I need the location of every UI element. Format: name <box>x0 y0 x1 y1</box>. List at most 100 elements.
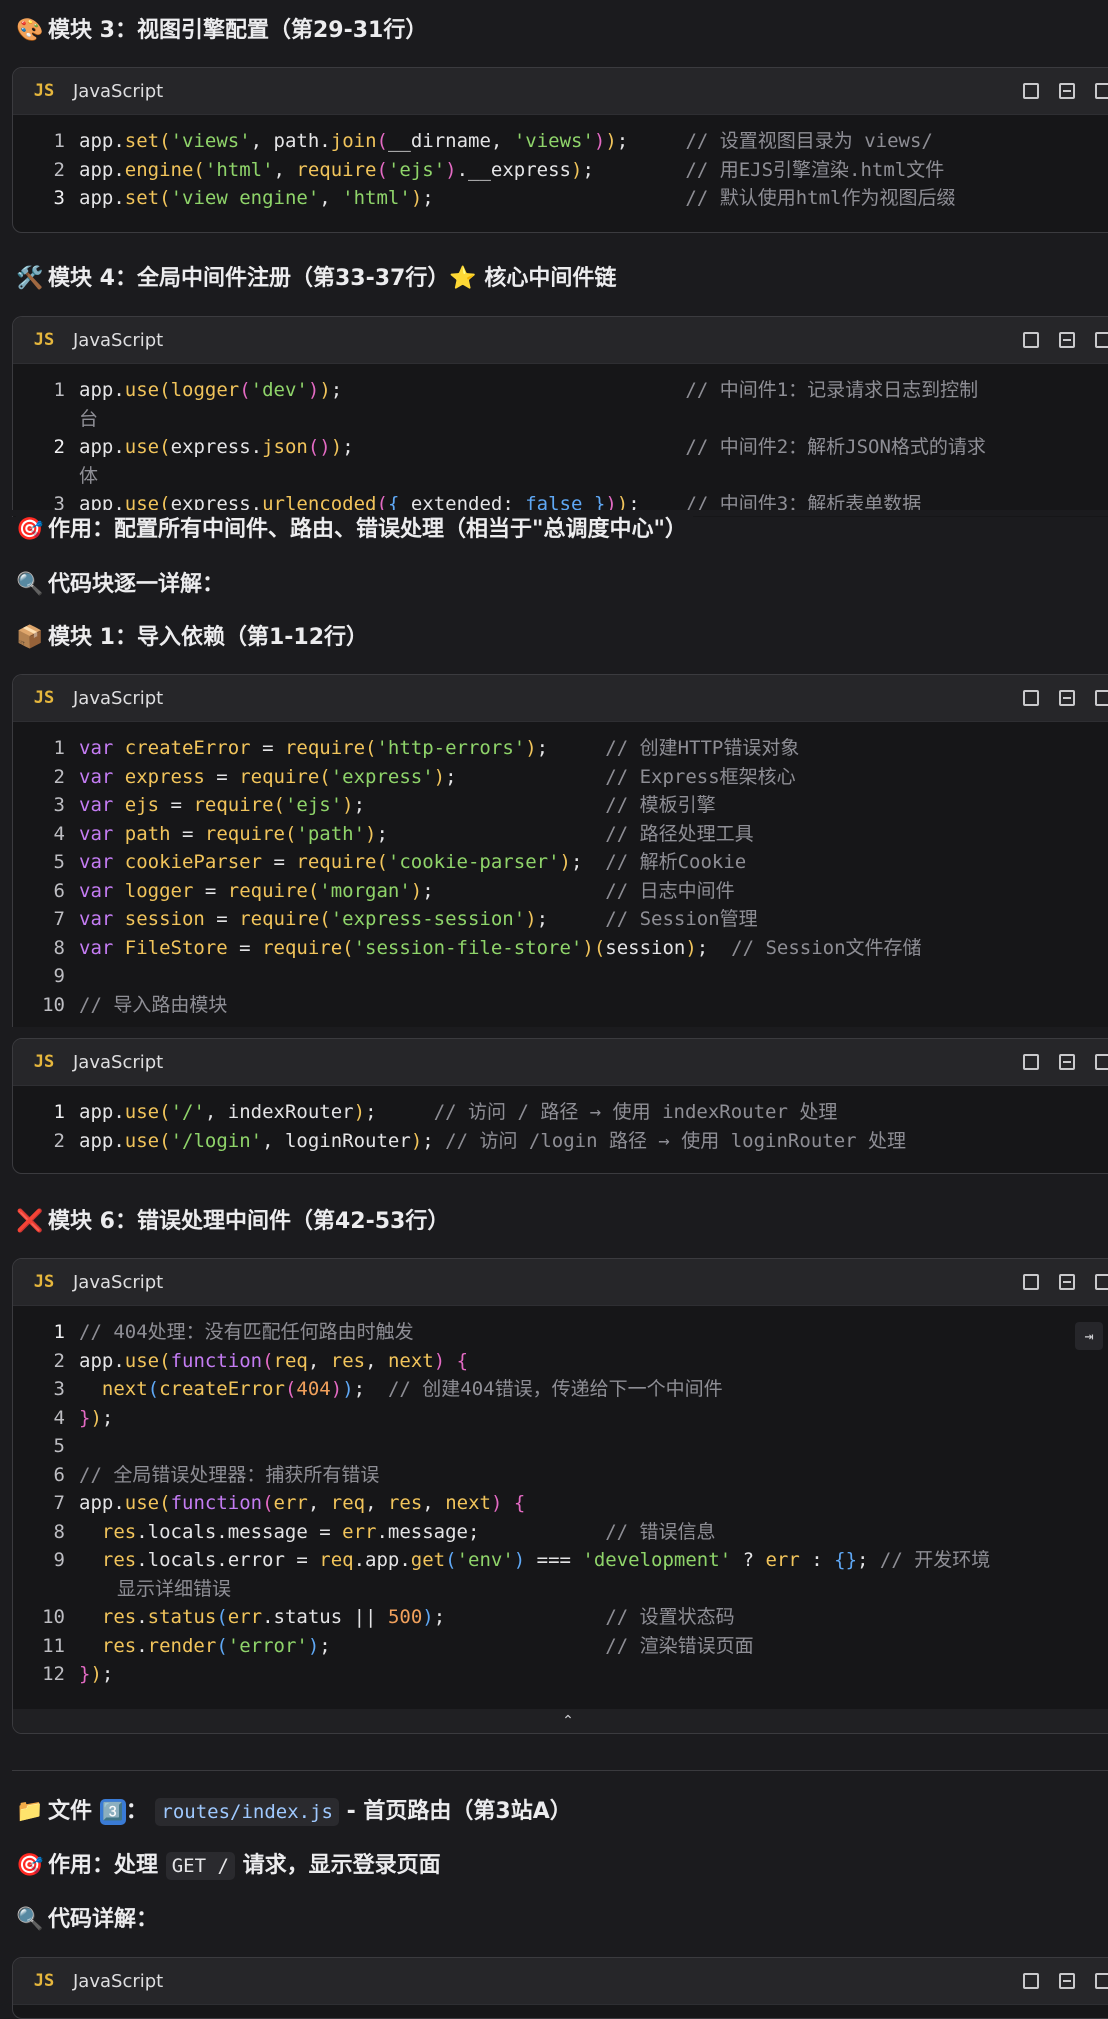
collapse-chevron-icon[interactable]: ⌃ <box>562 1713 574 1729</box>
file-path-code: routes/index.js <box>155 1798 339 1826</box>
javascript-icon: JS <box>33 330 55 350</box>
apply-icon[interactable] <box>1095 690 1108 706</box>
apply-icon[interactable] <box>1095 1054 1108 1070</box>
insert-icon[interactable] <box>1059 83 1075 99</box>
code-line: }); <box>79 1663 114 1685</box>
module-3-heading: 🎨 模块 3：视图引擎配置（第29-31行） <box>16 16 427 46</box>
code-line: app.use('/login', loginRouter); // 访问 /l… <box>79 1129 907 1152</box>
code-line: app.set('views', path.join(__dirname, 'v… <box>79 130 933 152</box>
code-line-wrap: 体 <box>79 464 99 487</box>
detail-heading: 🔍 代码块逐一详解： <box>16 570 224 600</box>
code-line: app.use(function(req, res, next) { <box>79 1349 469 1372</box>
code-line: var cookieParser = require('cookie-parse… <box>79 851 747 873</box>
code-line: var express = require('express'); // Exp… <box>79 765 796 788</box>
code-body: 1 var createError = require('http-errors… <box>13 722 1108 1027</box>
tools-icon: 🛠️ <box>16 266 44 291</box>
palette-icon: 🎨 <box>16 18 44 43</box>
code-line: var path = require('path'); // 路径处理工具 <box>79 822 754 845</box>
collapse-bar[interactable]: ⌃ <box>13 1709 1108 1733</box>
code-line: res.render('error'); // 渲染错误页面 <box>101 1634 754 1657</box>
insert-icon[interactable] <box>1059 690 1075 706</box>
module-4-heading: 🛠️ 模块 4：全局中间件注册（第33-37行）⭐ 核心中间件链 <box>16 264 616 294</box>
code-line: var createError = require('http-errors')… <box>79 737 800 759</box>
role2-heading: 🎯 作用：处理 GET / 请求，显示登录页面 <box>16 1851 441 1881</box>
language-label: JavaScript <box>73 1271 164 1293</box>
javascript-icon: JS <box>33 688 55 708</box>
code-line: app.use('/', indexRouter); // 访问 / 路径 → … <box>79 1101 838 1123</box>
route-code: GET / <box>165 1852 235 1880</box>
code-line: // 全局错误处理器：捕获所有错误 <box>79 1463 380 1486</box>
file-heading: 📁 文件 3️⃣： routes/index.js - 首页路由（第3站A） <box>16 1797 572 1827</box>
code-block-routes: JS JavaScript 1 app.use('/', indexRouter… <box>12 1038 1108 1174</box>
javascript-icon: JS <box>33 1052 55 1072</box>
code-block-header: JS JavaScript <box>13 1259 1108 1306</box>
number-badge: 3️⃣ <box>99 1799 126 1825</box>
language-label: JavaScript <box>73 329 164 351</box>
magnifier-icon: 🔍 <box>16 572 44 597</box>
module-1-heading: 📦 模块 1：导入依赖（第1-12行） <box>16 623 368 653</box>
role-heading: 🎯 作用：配置所有中间件、路由、错误处理（相当于"总调度中心"） <box>16 515 693 545</box>
copy-icon[interactable] <box>1023 1274 1039 1290</box>
language-label: JavaScript <box>73 1970 164 1992</box>
language-label: JavaScript <box>73 80 164 102</box>
code-line: // 导入路由模块 <box>79 993 228 1016</box>
code-block-header: JS JavaScript <box>13 317 1108 364</box>
code-block-index-route: JS JavaScript <box>12 1957 1108 2019</box>
code-line: var FileStore = require('session-file-st… <box>79 936 922 959</box>
code-block-header: JS JavaScript <box>13 675 1108 722</box>
overlap-mask <box>0 510 1108 516</box>
apply-icon[interactable] <box>1095 1274 1108 1290</box>
apply-icon[interactable] <box>1095 332 1108 348</box>
code-line: app.set('view engine', 'html'); // 默认使用h… <box>79 187 956 209</box>
code-body: 1 app.use('/', indexRouter); // 访问 / 路径 … <box>13 1086 1108 1173</box>
code-block-header: JS JavaScript <box>13 68 1108 115</box>
code-line: res.locals.message = err.message; // 错误信… <box>101 1520 716 1543</box>
code-line: var session = require('express-session')… <box>79 908 758 930</box>
copy-icon[interactable] <box>1023 83 1039 99</box>
insert-icon[interactable] <box>1059 1274 1075 1290</box>
javascript-icon: JS <box>33 81 55 101</box>
copy-icon[interactable] <box>1023 1054 1039 1070</box>
code-line-wrap: 台 <box>79 407 99 430</box>
target-icon: 🎯 <box>16 1853 44 1878</box>
language-label: JavaScript <box>73 1051 164 1073</box>
copy-icon[interactable] <box>1023 332 1039 348</box>
apply-icon[interactable] <box>1095 1973 1108 1989</box>
javascript-icon: JS <box>33 1971 55 1991</box>
section-divider <box>12 1770 1108 1771</box>
code-block-view-engine: JS JavaScript 1 app.set('views', path.jo… <box>12 67 1108 233</box>
code-line: app.use(function(err, req, res, next) { <box>79 1492 526 1514</box>
code-block-middleware: JS JavaScript 1 app.use(logger('dev')); … <box>12 316 1108 517</box>
wrap-toggle-icon[interactable]: ⇥ <box>1075 1322 1103 1350</box>
code-body: 1 app.use(logger('dev')); // 中间件1：记录请求日志… <box>13 364 1108 517</box>
insert-icon[interactable] <box>1059 332 1075 348</box>
cross-icon: ❌ <box>16 1209 44 1234</box>
language-label: JavaScript <box>73 687 164 709</box>
code-block-header: JS JavaScript <box>13 1958 1108 2005</box>
insert-icon[interactable] <box>1059 1973 1075 1989</box>
code-line: var ejs = require('ejs'); // 模板引擎 <box>79 794 716 816</box>
code-line: res.locals.error = req.app.get('env') ==… <box>101 1549 991 1571</box>
code-line: // 404处理：没有匹配任何路由时触发 <box>79 1321 414 1343</box>
code-line: var logger = require('morgan'); // 日志中间件 <box>79 879 735 902</box>
code-line: }); <box>79 1406 114 1429</box>
module-6-heading: ❌ 模块 6：错误处理中间件（第42-53行） <box>16 1207 449 1237</box>
code-line-wrap: 显示详细错误 <box>117 1577 232 1600</box>
code-line: app.use(express.json()); // 中间件2：解析JSON格… <box>79 436 986 458</box>
code-line: app.engine('html', require('ejs').__expr… <box>79 158 945 181</box>
detail2-heading: 🔍 代码详解： <box>16 1905 158 1935</box>
copy-icon[interactable] <box>1023 1973 1039 1989</box>
insert-icon[interactable] <box>1059 1054 1075 1070</box>
code-body: ⇥ 1 // 404处理：没有匹配任何路由时触发 2 app.use(funct… <box>13 1306 1108 1733</box>
copy-icon[interactable] <box>1023 690 1039 706</box>
code-body: 1 app.set('views', path.join(__dirname, … <box>13 115 1108 232</box>
target-icon: 🎯 <box>16 517 44 542</box>
code-line: res.status(err.status || 500); // 设置状态码 <box>101 1606 735 1628</box>
code-line: app.use(logger('dev')); // 中间件1：记录请求日志到控… <box>79 379 979 401</box>
javascript-icon: JS <box>33 1272 55 1292</box>
folder-icon: 📁 <box>16 1799 44 1824</box>
apply-icon[interactable] <box>1095 83 1108 99</box>
magnifier-icon: 🔍 <box>16 1907 44 1932</box>
code-line: next(createError(404)); // 创建404错误，传递给下一… <box>101 1378 723 1400</box>
package-icon: 📦 <box>16 625 44 650</box>
